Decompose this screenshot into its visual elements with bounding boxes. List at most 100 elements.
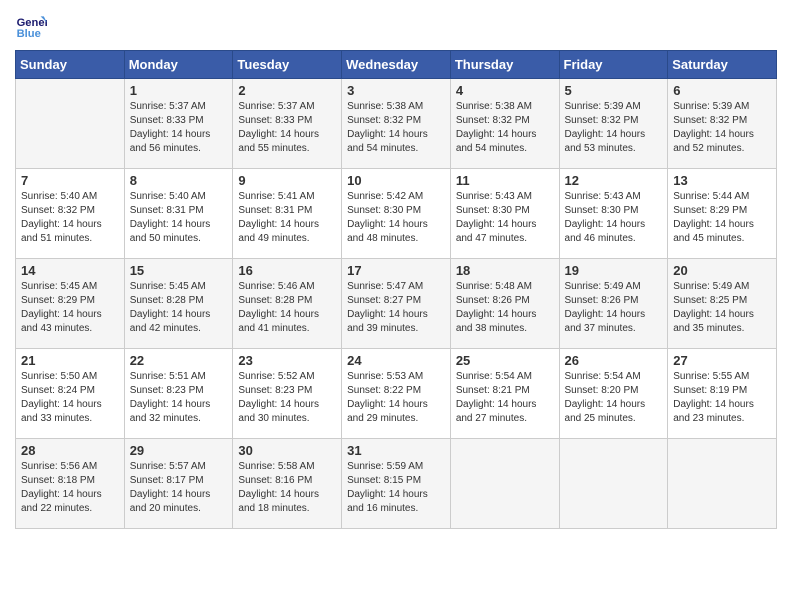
calendar-cell: 10 Sunrise: 5:42 AM Sunset: 8:30 PM Dayli… <box>342 169 451 259</box>
calendar-cell: 6 Sunrise: 5:39 AM Sunset: 8:32 PM Daylig… <box>668 79 777 169</box>
week-row-1: 1 Sunrise: 5:37 AM Sunset: 8:33 PM Daylig… <box>16 79 777 169</box>
calendar-cell <box>16 79 125 169</box>
day-info: Sunrise: 5:38 AM Sunset: 8:32 PM Dayligh… <box>347 100 445 156</box>
calendar-cell: 23 Sunrise: 5:52 AM Sunset: 8:23 PM Dayli… <box>233 349 342 439</box>
day-info: Sunrise: 5:44 AM Sunset: 8:29 PM Dayligh… <box>673 190 771 246</box>
day-header-friday: Friday <box>559 51 668 79</box>
day-number: 2 <box>238 83 336 98</box>
day-info: Sunrise: 5:55 AM Sunset: 8:19 PM Dayligh… <box>673 370 771 426</box>
day-info: Sunrise: 5:47 AM Sunset: 8:27 PM Dayligh… <box>347 280 445 336</box>
day-info: Sunrise: 5:37 AM Sunset: 8:33 PM Dayligh… <box>238 100 336 156</box>
day-info: Sunrise: 5:42 AM Sunset: 8:30 PM Dayligh… <box>347 190 445 246</box>
day-number: 29 <box>130 443 228 458</box>
day-info: Sunrise: 5:50 AM Sunset: 8:24 PM Dayligh… <box>21 370 119 426</box>
calendar-cell: 27 Sunrise: 5:55 AM Sunset: 8:19 PM Dayli… <box>668 349 777 439</box>
day-number: 18 <box>456 263 554 278</box>
calendar-cell: 9 Sunrise: 5:41 AM Sunset: 8:31 PM Daylig… <box>233 169 342 259</box>
calendar-cell: 3Sunrise: 5:38 AM Sunset: 8:32 PM Daylig… <box>342 79 451 169</box>
day-info: Sunrise: 5:45 AM Sunset: 8:29 PM Dayligh… <box>21 280 119 336</box>
week-row-3: 14 Sunrise: 5:45 AM Sunset: 8:29 PM Dayli… <box>16 259 777 349</box>
logo: General Blue <box>15 10 51 42</box>
day-number: 6 <box>673 83 771 98</box>
day-info: Sunrise: 5:39 AM Sunset: 8:32 PM Dayligh… <box>565 100 663 156</box>
day-number: 25 <box>456 353 554 368</box>
day-number: 17 <box>347 263 445 278</box>
day-info: Sunrise: 5:43 AM Sunset: 8:30 PM Dayligh… <box>456 190 554 246</box>
day-info: Sunrise: 5:46 AM Sunset: 8:28 PM Dayligh… <box>238 280 336 336</box>
calendar-cell: 19 Sunrise: 5:49 AM Sunset: 8:26 PM Dayli… <box>559 259 668 349</box>
calendar-cell: 29 Sunrise: 5:57 AM Sunset: 8:17 PM Dayli… <box>124 439 233 529</box>
day-number: 10 <box>347 173 445 188</box>
day-number: 13 <box>673 173 771 188</box>
calendar-cell <box>450 439 559 529</box>
day-info: Sunrise: 5:53 AM Sunset: 8:22 PM Dayligh… <box>347 370 445 426</box>
day-header-thursday: Thursday <box>450 51 559 79</box>
day-info: Sunrise: 5:39 AM Sunset: 8:32 PM Dayligh… <box>673 100 771 156</box>
day-number: 7 <box>21 173 119 188</box>
calendar-cell: 17 Sunrise: 5:47 AM Sunset: 8:27 PM Dayli… <box>342 259 451 349</box>
week-row-2: 7 Sunrise: 5:40 AM Sunset: 8:32 PM Daylig… <box>16 169 777 259</box>
day-number: 9 <box>238 173 336 188</box>
calendar-cell: 16 Sunrise: 5:46 AM Sunset: 8:28 PM Dayli… <box>233 259 342 349</box>
calendar-table: SundayMondayTuesdayWednesdayThursdayFrid… <box>15 50 777 529</box>
day-number: 11 <box>456 173 554 188</box>
day-number: 27 <box>673 353 771 368</box>
day-number: 1 <box>130 83 228 98</box>
week-row-4: 21 Sunrise: 5:50 AM Sunset: 8:24 PM Dayli… <box>16 349 777 439</box>
calendar-cell: 26 Sunrise: 5:54 AM Sunset: 8:20 PM Dayli… <box>559 349 668 439</box>
day-number: 24 <box>347 353 445 368</box>
day-number: 5 <box>565 83 663 98</box>
day-info: Sunrise: 5:40 AM Sunset: 8:32 PM Dayligh… <box>21 190 119 246</box>
day-number: 22 <box>130 353 228 368</box>
calendar-cell: 21 Sunrise: 5:50 AM Sunset: 8:24 PM Dayli… <box>16 349 125 439</box>
logo-icon: General Blue <box>15 10 47 42</box>
calendar-cell: 14 Sunrise: 5:45 AM Sunset: 8:29 PM Dayli… <box>16 259 125 349</box>
day-info: Sunrise: 5:51 AM Sunset: 8:23 PM Dayligh… <box>130 370 228 426</box>
day-info: Sunrise: 5:41 AM Sunset: 8:31 PM Dayligh… <box>238 190 336 246</box>
day-number: 19 <box>565 263 663 278</box>
calendar-cell: 22 Sunrise: 5:51 AM Sunset: 8:23 PM Dayli… <box>124 349 233 439</box>
calendar-cell: 13 Sunrise: 5:44 AM Sunset: 8:29 PM Dayli… <box>668 169 777 259</box>
day-info: Sunrise: 5:57 AM Sunset: 8:17 PM Dayligh… <box>130 460 228 516</box>
day-info: Sunrise: 5:56 AM Sunset: 8:18 PM Dayligh… <box>21 460 119 516</box>
calendar-cell: 11 Sunrise: 5:43 AM Sunset: 8:30 PM Dayli… <box>450 169 559 259</box>
day-number: 23 <box>238 353 336 368</box>
calendar-cell: 31 Sunrise: 5:59 AM Sunset: 8:15 PM Dayli… <box>342 439 451 529</box>
day-info: Sunrise: 5:49 AM Sunset: 8:26 PM Dayligh… <box>565 280 663 336</box>
calendar-cell <box>668 439 777 529</box>
day-info: Sunrise: 5:59 AM Sunset: 8:15 PM Dayligh… <box>347 460 445 516</box>
svg-text:Blue: Blue <box>17 28 41 40</box>
day-number: 12 <box>565 173 663 188</box>
calendar-cell: 18 Sunrise: 5:48 AM Sunset: 8:26 PM Dayli… <box>450 259 559 349</box>
day-header-saturday: Saturday <box>668 51 777 79</box>
day-info: Sunrise: 5:48 AM Sunset: 8:26 PM Dayligh… <box>456 280 554 336</box>
calendar-cell: 28 Sunrise: 5:56 AM Sunset: 8:18 PM Dayli… <box>16 439 125 529</box>
svg-text:General: General <box>17 17 47 29</box>
calendar-cell <box>559 439 668 529</box>
day-info: Sunrise: 5:38 AM Sunset: 8:32 PM Dayligh… <box>456 100 554 156</box>
day-info: Sunrise: 5:54 AM Sunset: 8:20 PM Dayligh… <box>565 370 663 426</box>
day-info: Sunrise: 5:54 AM Sunset: 8:21 PM Dayligh… <box>456 370 554 426</box>
day-info: Sunrise: 5:49 AM Sunset: 8:25 PM Dayligh… <box>673 280 771 336</box>
header-row: SundayMondayTuesdayWednesdayThursdayFrid… <box>16 51 777 79</box>
day-number: 30 <box>238 443 336 458</box>
day-number: 14 <box>21 263 119 278</box>
day-number: 20 <box>673 263 771 278</box>
day-number: 26 <box>565 353 663 368</box>
day-info: Sunrise: 5:45 AM Sunset: 8:28 PM Dayligh… <box>130 280 228 336</box>
day-info: Sunrise: 5:52 AM Sunset: 8:23 PM Dayligh… <box>238 370 336 426</box>
day-number: 21 <box>21 353 119 368</box>
day-number: 16 <box>238 263 336 278</box>
calendar-cell: 30 Sunrise: 5:58 AM Sunset: 8:16 PM Dayli… <box>233 439 342 529</box>
day-header-monday: Monday <box>124 51 233 79</box>
calendar-cell: 2 Sunrise: 5:37 AM Sunset: 8:33 PM Daylig… <box>233 79 342 169</box>
page-header: General Blue <box>15 10 777 42</box>
calendar-cell: 7 Sunrise: 5:40 AM Sunset: 8:32 PM Daylig… <box>16 169 125 259</box>
day-info: Sunrise: 5:43 AM Sunset: 8:30 PM Dayligh… <box>565 190 663 246</box>
day-number: 28 <box>21 443 119 458</box>
calendar-cell: 24 Sunrise: 5:53 AM Sunset: 8:22 PM Dayli… <box>342 349 451 439</box>
day-number: 31 <box>347 443 445 458</box>
calendar-cell: 1Sunrise: 5:37 AM Sunset: 8:33 PM Daylig… <box>124 79 233 169</box>
day-info: Sunrise: 5:58 AM Sunset: 8:16 PM Dayligh… <box>238 460 336 516</box>
calendar-cell: 15Sunrise: 5:45 AM Sunset: 8:28 PM Dayli… <box>124 259 233 349</box>
